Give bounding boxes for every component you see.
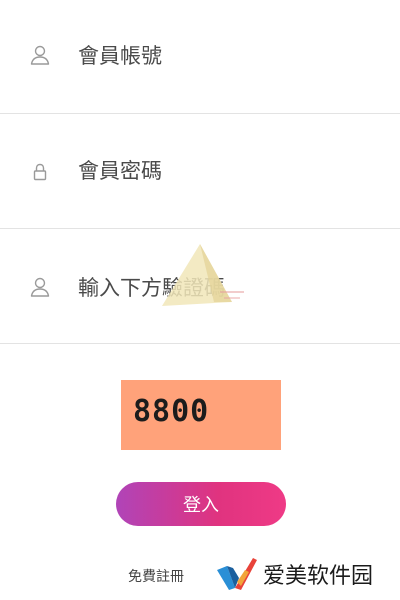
login-button[interactable]: 登入 xyxy=(116,482,286,526)
watermark-logo-icon xyxy=(217,558,257,590)
captcha-code: 8800 xyxy=(133,394,210,429)
login-page: 8800 登入 免費註冊 爱美软件园 xyxy=(0,0,400,600)
lock-icon xyxy=(29,161,51,183)
watermark-text: 爱美软件园 xyxy=(263,564,374,589)
password-input[interactable] xyxy=(78,151,378,191)
decorative-artifact xyxy=(162,244,244,306)
register-link[interactable]: 免費註冊 xyxy=(128,566,184,586)
password-row xyxy=(0,115,400,229)
watermark: 爱美软件园 xyxy=(215,554,373,594)
user-icon xyxy=(29,44,51,66)
captcha-image[interactable]: 8800 xyxy=(121,380,281,450)
username-row xyxy=(0,0,400,114)
username-input[interactable] xyxy=(78,36,378,76)
user-icon xyxy=(29,276,51,298)
